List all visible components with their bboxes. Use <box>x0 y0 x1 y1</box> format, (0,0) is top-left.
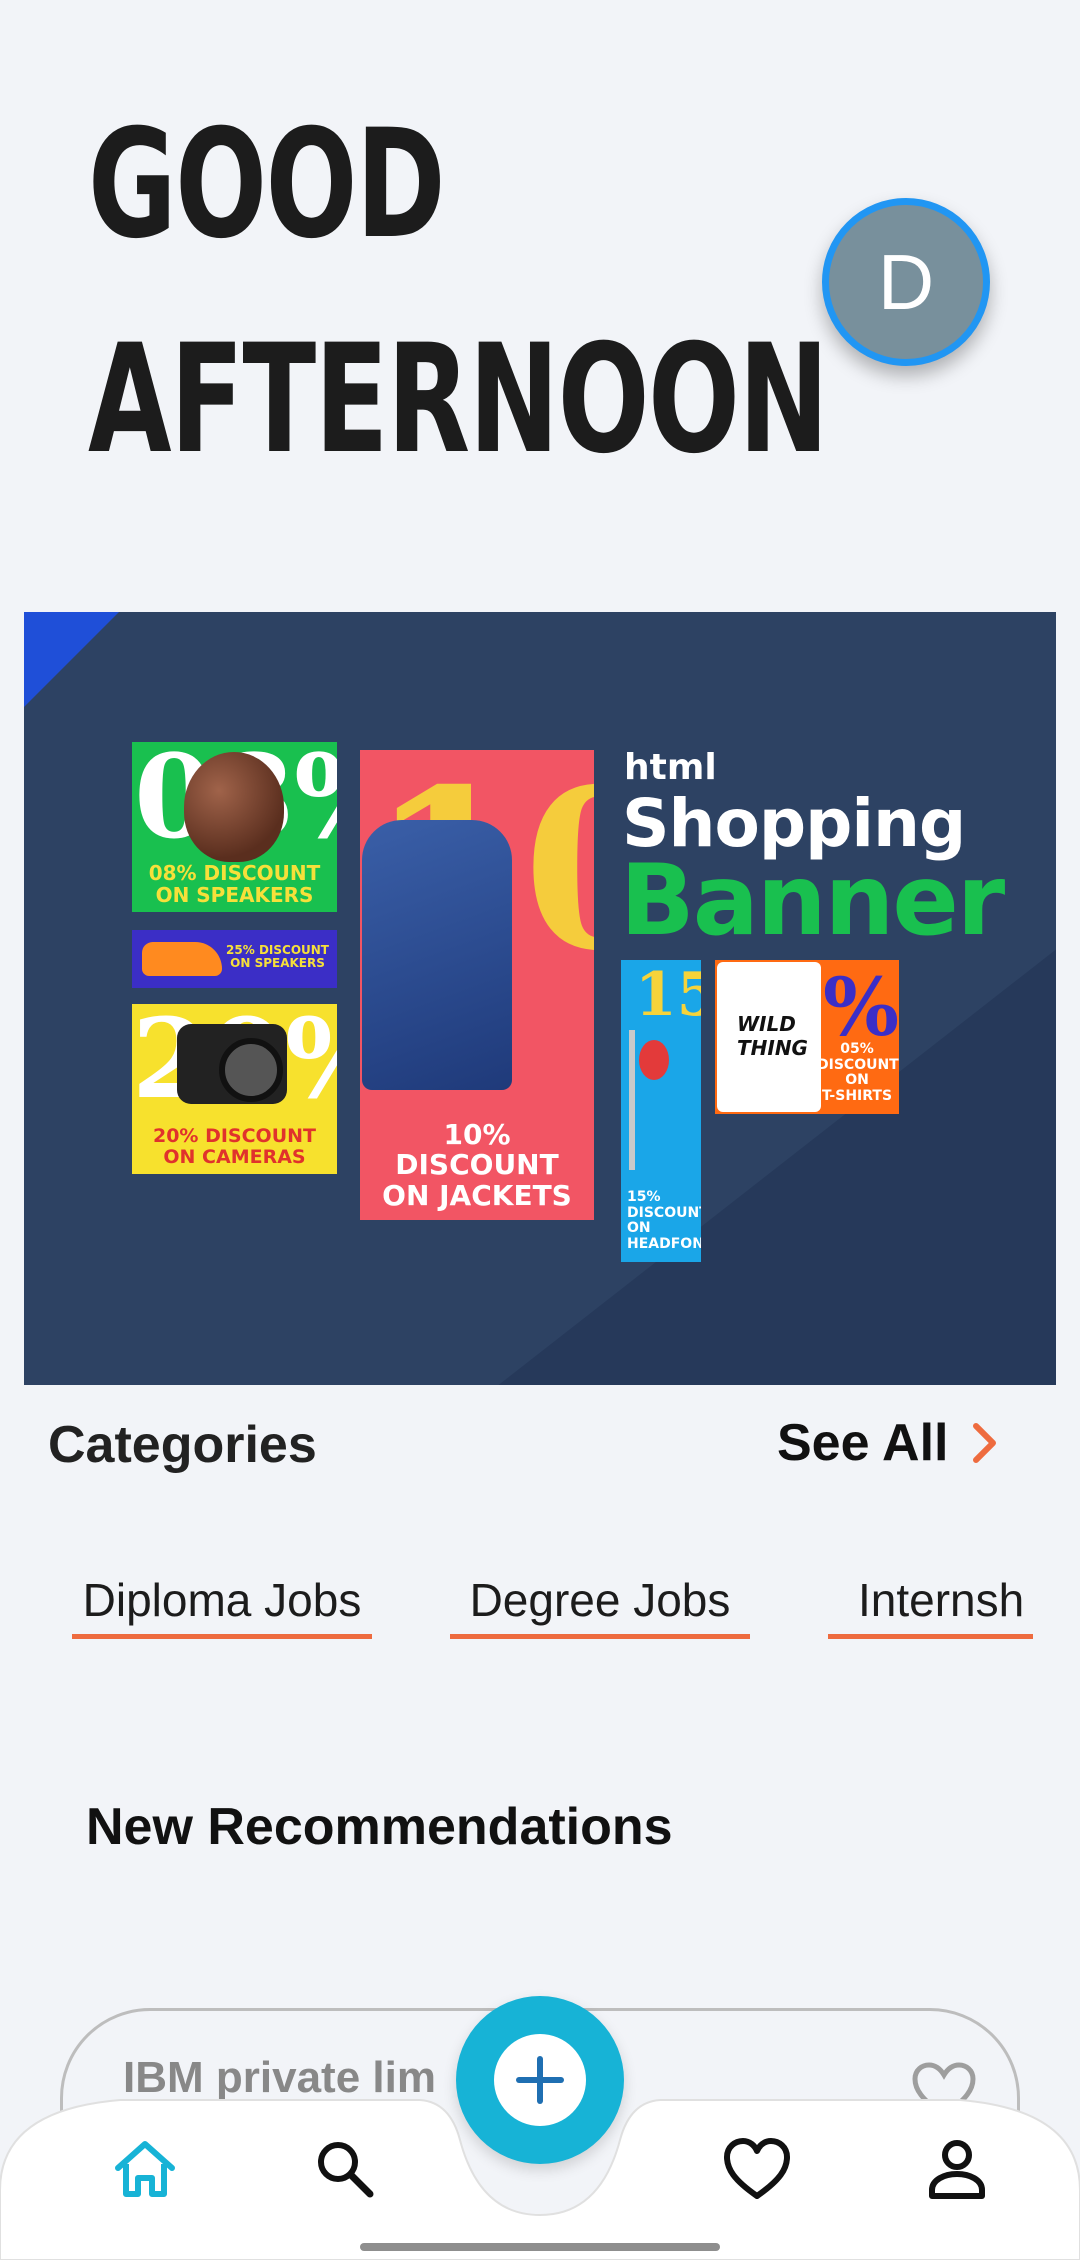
home-icon[interactable] <box>110 2134 180 2204</box>
see-all-button[interactable]: See All <box>777 1413 999 1473</box>
jacket-image <box>362 820 512 1090</box>
tshirt-print-text: WILD THING <box>737 1012 808 1060</box>
category-chips[interactable]: Diploma Jobs Degree Jobs Internsh <box>0 1555 1080 1645</box>
category-chip-degree-jobs[interactable]: Degree Jobs <box>450 1555 750 1639</box>
promo-tshirts-caption-line-2: DISCOUNT ON <box>817 1056 899 1089</box>
tshirt-image: WILD THING <box>717 962 821 1112</box>
category-chip-diploma-jobs[interactable]: Diploma Jobs <box>72 1555 372 1639</box>
promo-jackets-caption-line-2: ON JACKETS <box>382 1179 572 1213</box>
banner-corner-stripe <box>24 612 119 707</box>
promo-banner[interactable]: 08% 08% DISCOUNT ON SPEAKERS 25% DISCOUN… <box>24 612 1056 1385</box>
promo-cameras: 20% 20% DISCOUNT ON CAMERAS <box>132 1004 337 1174</box>
promo-speakers-caption-line-1: 08% DISCOUNT <box>148 861 321 885</box>
headphones-image <box>629 1030 669 1170</box>
avatar-initial: D <box>877 237 935 326</box>
camera-image <box>177 1024 287 1104</box>
greeting-line-2: AFTERNOON <box>88 313 829 487</box>
promo-shoes-caption: 25% DISCOUNT ON SPEAKERS <box>226 943 329 971</box>
speaker-image <box>184 752 284 862</box>
shoe-image <box>142 942 222 976</box>
heart-icon[interactable] <box>722 2134 792 2204</box>
greeting-line-1: GOOD <box>88 98 446 272</box>
categories-title: Categories <box>48 1416 317 1474</box>
promo-shoes-caption-line-2: ON SPEAKERS <box>230 956 325 971</box>
promo-headfones-caption: 15% DISCOUNT ON HEADFONES <box>627 1190 701 1252</box>
avatar[interactable]: D <box>822 198 990 366</box>
promo-jackets-caption-line-1: 10% DISCOUNT <box>395 1117 559 1182</box>
category-chip-internships[interactable]: Internsh <box>828 1555 1033 1639</box>
person-icon[interactable] <box>922 2134 992 2204</box>
promo-tshirts-big: % <box>822 960 899 1054</box>
see-all-label: See All <box>777 1414 949 1472</box>
promo-speakers-caption: 08% DISCOUNT ON SPEAKERS <box>132 862 337 906</box>
promo-cameras-caption-line-2: ON CAMERAS <box>163 1146 306 1169</box>
promo-cameras-caption: 20% DISCOUNT ON CAMERAS <box>132 1126 337 1168</box>
promo-tshirts-caption-line-3: T-SHIRTS <box>821 1087 893 1104</box>
promo-tshirts: % WILD THING 05% DISCOUNT ON T-SHIRTS <box>715 960 899 1114</box>
promo-headfones-caption-line-3: ON <box>627 1220 651 1237</box>
promo-tshirts-caption-line-1: 05% <box>840 1041 874 1058</box>
greeting-title: GOOD AFTERNOON <box>88 78 829 508</box>
promo-tshirts-caption: 05% DISCOUNT ON T-SHIRTS <box>817 1041 899 1104</box>
add-icon <box>516 2056 564 2104</box>
promo-jackets-caption: 10% DISCOUNT ON JACKETS <box>360 1117 594 1213</box>
add-button-inner <box>494 2034 586 2126</box>
promo-headfones: 15 15% DISCOUNT ON HEADFONES <box>621 960 701 1262</box>
add-button[interactable] <box>456 1996 624 2164</box>
system-home-indicator[interactable] <box>360 2243 720 2251</box>
banner-html-label: html <box>624 747 717 788</box>
promo-headfones-caption-line-1: 15% <box>627 1189 661 1206</box>
recommendations-title: New Recommendations <box>86 1798 673 1856</box>
promo-speakers: 08% 08% DISCOUNT ON SPEAKERS <box>132 742 337 912</box>
banner-banner-label: Banner <box>620 844 1005 958</box>
promo-cameras-caption-line-1: 20% DISCOUNT <box>152 1125 316 1148</box>
promo-speakers-caption-line-2: ON SPEAKERS <box>155 883 314 907</box>
search-icon[interactable] <box>310 2134 380 2204</box>
promo-jackets: 10 10% DISCOUNT ON JACKETS <box>360 750 594 1220</box>
promo-headfones-big: 15 <box>635 960 701 1030</box>
promo-headfones-caption-line-4: HEADFONES <box>627 1235 701 1252</box>
promo-headfones-caption-line-2: DISCOUNT <box>627 1204 701 1221</box>
chevron-right-icon <box>972 1423 996 1463</box>
promo-shoes: 25% DISCOUNT ON SPEAKERS <box>132 930 337 988</box>
